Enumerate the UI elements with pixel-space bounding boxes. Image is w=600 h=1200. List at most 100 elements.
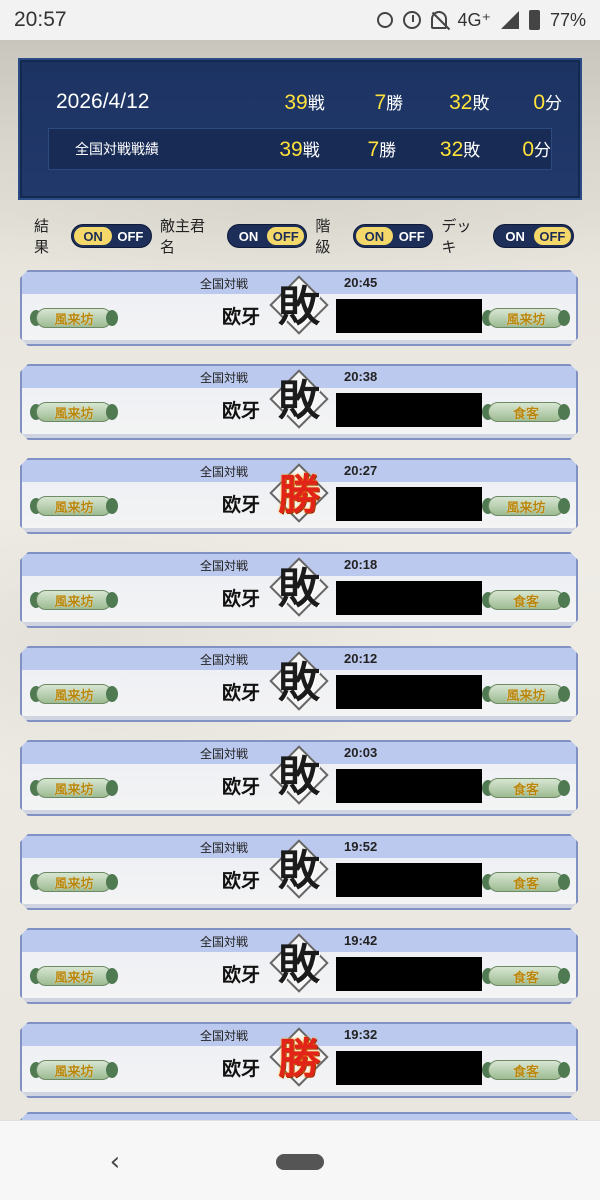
battle-mode: 全国対戦 [200,465,249,479]
deck-filter-label: デッキ [441,217,472,256]
battle-row[interactable]: 全国対戦 20:38 風来坊 欧牙敗 食客 [20,364,578,440]
loss-mark: 敗 [274,838,324,904]
national-record-label: 全国対戦戦績 [75,142,159,158]
home-pill-icon[interactable] [276,1154,324,1170]
date-label: 2026/4/12 [56,90,150,113]
battle-row[interactable]: 全国対戦 19:42 風来坊 欧牙敗 食客 [20,928,578,1004]
battle-mode: 全国対戦 [200,277,249,291]
battle-time: 20:18 [344,557,378,572]
player-rank-badge: 風来坊 [30,584,118,616]
wing-icon [558,310,570,326]
opponent-name-redacted [336,487,482,521]
enemy-name-filter-label: 敵主君名 [159,217,205,256]
player-rank-badge: 風来坊 [30,866,118,898]
display-filters: 結果 ON OFF 敵主君名 ON OFF 階級 ON OFF デッキ ON OFF [34,217,574,256]
player-name: 欧牙 [222,588,261,610]
enemy-name-toggle[interactable]: ON OFF [226,224,308,248]
result-filter-label: 結果 [34,217,50,256]
deck-toggle[interactable]: ON OFF [493,224,574,248]
draw-count: 0分 [522,138,551,161]
loss-mark: 敗 [274,368,324,434]
player-rank-badge: 風来坊 [30,772,118,804]
opponent-rank-badge: 食客 [482,960,570,992]
rank-filter-label: 階級 [315,217,331,256]
national-record-row: 全国対戦戦績 39 戦 7勝 32 敗 0分 [48,128,552,170]
player-rank-badge: 風来坊 [30,396,118,428]
battle-count: 39 戦 [284,91,325,114]
player-name: 欧牙 [222,964,261,986]
battle-row[interactable]: 全国対戦 20:18 風来坊 欧牙敗 食客 [20,552,578,628]
loss-mark: 敗 [274,650,324,716]
battery-level: 77% [549,9,586,30]
wing-icon [558,780,570,796]
loss-mark: 敗 [274,932,324,998]
wing-icon [558,592,570,608]
vpn-key-icon [377,12,394,28]
player-rank-badge: 風来坊 [30,490,118,522]
battle-time: 19:32 [344,1027,378,1042]
alarm-icon [403,11,422,29]
wing-icon [106,780,118,796]
player-rank-badge: 風来坊 [30,678,118,710]
opponent-rank-badge: 風来坊 [482,490,570,522]
battle-mode: 全国対戦 [200,371,249,385]
opponent-rank-badge: 食客 [482,866,570,898]
opponent-name-redacted [336,863,482,897]
back-icon[interactable]: ‹ [100,1147,130,1177]
player-rank-badge: 風来坊 [30,302,118,334]
battle-count: 39 戦 [279,138,320,161]
wing-icon [558,686,570,702]
opponent-rank-badge: 食客 [482,772,570,804]
opponent-name-redacted [336,581,482,615]
battle-row[interactable]: 全国対戦 20:45 風来坊 欧牙敗 風来坊 [20,270,578,346]
battle-row[interactable]: 全国対戦 20:27 風来坊 欧牙勝 風来坊 [20,458,578,534]
notifications-off-icon [431,11,448,29]
wing-icon [558,1062,570,1078]
battle-mode: 全国対戦 [200,841,249,855]
battle-time: 20:38 [344,369,378,384]
loss-mark: 敗 [274,744,324,810]
wing-icon [106,874,118,890]
opponent-name-redacted [336,1051,482,1085]
player-name: 欧牙 [222,400,261,422]
wing-icon [106,968,118,984]
player-name: 欧牙 [222,306,261,328]
player-name: 欧牙 [222,870,261,892]
battle-row[interactable]: 全国対戦 20:12 風来坊 欧牙敗 風来坊 [20,646,578,722]
battery-icon [528,10,540,30]
battle-mode: 全国対戦 [200,653,249,667]
status-icons: 4G⁺ 77% [377,10,586,31]
network-type: 4G⁺ [457,9,491,30]
loss-mark: 敗 [274,556,324,622]
battle-row[interactable]: 全国対戦 19:52 風来坊 欧牙敗 食客 [20,834,578,910]
wing-icon [106,498,118,514]
battle-row[interactable]: 全国対戦 20:03 風来坊 欧牙敗 食客 [20,740,578,816]
system-navigation-bar: ‹ [0,1120,600,1200]
battle-time: 20:12 [344,651,378,666]
opponent-rank-badge: 食客 [482,1054,570,1086]
player-rank-badge: 風来坊 [30,960,118,992]
player-name: 欧牙 [222,494,261,516]
wing-icon [106,1062,118,1078]
battle-mode: 全国対戦 [200,559,249,573]
win-count: 7勝 [374,91,404,114]
wing-icon [106,592,118,608]
win-mark: 勝 [274,462,324,528]
battle-time: 20:03 [344,745,378,760]
opponent-name-redacted [336,393,482,427]
loss-count: 32 敗 [449,91,490,114]
rank-toggle[interactable]: ON OFF [352,224,434,248]
loss-count: 32 敗 [439,138,481,161]
battle-time: 19:52 [344,839,378,854]
result-toggle[interactable]: ON OFF [71,224,152,248]
battle-mode: 全国対戦 [200,1029,249,1043]
opponent-name-redacted [336,675,482,709]
daily-record-row: 2026/4/12 39 戦 7勝 32 敗 0分 [38,84,562,120]
draw-count: 0分 [533,91,562,114]
player-name: 欧牙 [222,776,261,798]
player-rank-badge: 風来坊 [30,1054,118,1086]
wing-icon [106,404,118,420]
battle-row[interactable]: 全国対戦 19:32 風来坊 欧牙勝 食客 [20,1022,578,1098]
record-summary-panel: 2026/4/12 39 戦 7勝 32 敗 0分 全国対戦戦績 39 戦 7勝 32… [18,58,582,200]
wing-icon [558,498,570,514]
